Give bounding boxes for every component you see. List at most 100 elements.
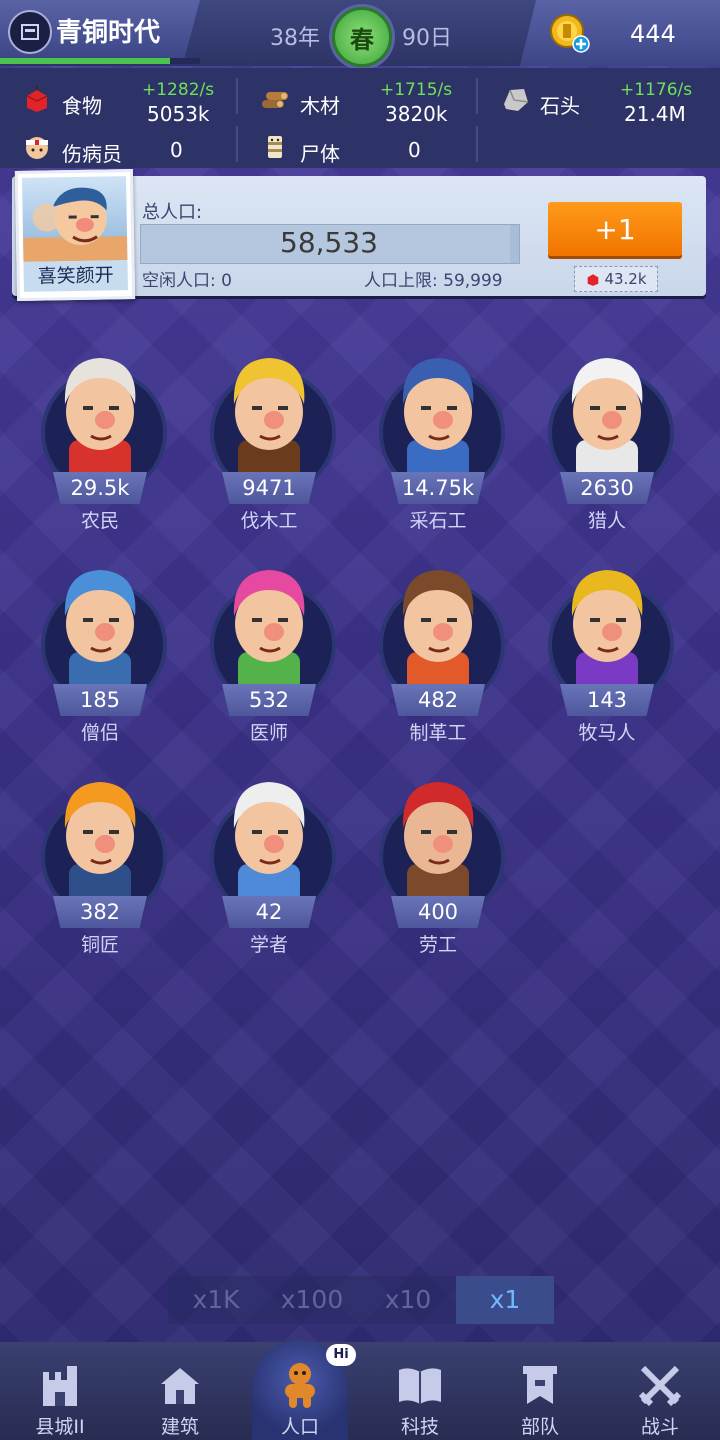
nav-item-banner[interactable]: 部队 [485,1342,595,1440]
scholar-icon [233,782,305,904]
job-count: 482 [417,688,459,712]
stone-total: 21.4M [624,102,686,126]
divider [476,78,478,114]
job-quarryman[interactable]: 14.75k 采石工 [363,340,513,540]
food-label: 食物 [62,94,102,118]
job-horse-herder[interactable]: 143 牧马人 [532,552,682,752]
nav-label: 建筑 [160,1416,199,1438]
nav-label: 人口 [280,1416,319,1438]
lumberjack-icon [233,358,305,480]
multiplier-x100[interactable]: x100 [264,1276,360,1324]
job-name: 农民 [80,510,119,532]
population-limit: 人口上限: 59,999 [364,271,503,291]
total-population-label: 总人口: [142,202,203,223]
era-progress-bar [0,58,200,64]
job-coppersmith[interactable]: 382 铜匠 [25,764,175,964]
add-population-button[interactable]: +1 [548,202,682,256]
wounded-count: 0 [170,138,183,162]
nav-item-house[interactable]: 建筑 [125,1342,235,1440]
wood-icon [262,92,288,108]
job-laborer[interactable]: 400 劳工 [363,764,513,964]
resources-panel: 食物 +1282/s 5053k 木材 +1715/s 3820k 石头 +11… [0,68,720,168]
job-tanner[interactable]: 482 制革工 [363,552,513,752]
job-monk[interactable]: 185 僧侣 [25,552,175,752]
job-name: 铜匠 [80,934,119,956]
crossed-swords-icon [638,1365,682,1407]
mood-portrait[interactable]: 喜笑颜开 [14,168,136,302]
wounded-icon [26,137,48,159]
castle-icon [43,1366,77,1406]
job-scholar[interactable]: 42 学者 [194,764,344,964]
food-icon [588,274,599,286]
date-year: 38年 [270,26,320,51]
stone-icon [504,89,529,111]
job-name: 劳工 [418,934,457,956]
population-panel: 喜笑颜开 总人口: 58,533 空闲人口: 0 人口上限: 59,999 +1… [12,168,706,302]
resource-corpses[interactable]: 尸体 0 [260,126,470,172]
job-name: 牧马人 [578,722,636,744]
job-farmer[interactable]: 29.5k 农民 [25,340,175,540]
stone-label: 石头 [540,94,580,118]
hunter-icon [571,358,643,480]
season-badge[interactable]: 春 [332,7,392,67]
nav-item-book[interactable]: 科技 [365,1342,475,1440]
resource-wood[interactable]: 木材 +1715/s 3820k [260,78,470,126]
multiplier-x1k[interactable]: x1K [168,1276,264,1324]
nav-label: 战斗 [640,1416,679,1438]
job-count: 9471 [242,476,296,500]
house-icon [161,1368,199,1404]
laborer-icon [402,782,474,904]
resource-wounded[interactable]: 伤病员 0 [22,126,232,172]
wood-total: 3820k [385,102,448,126]
job-name: 医师 [249,722,288,744]
coppersmith-icon [64,782,136,904]
job-count: 42 [255,900,283,924]
add-population-cost: 43.2k [574,266,658,292]
quarryman-icon [402,358,474,480]
divider [476,126,478,162]
gingerbread-person-icon [285,1363,315,1408]
job-doctor[interactable]: 532 医师 [194,552,344,752]
idle-population: 空闲人口: 0 [142,271,232,291]
top-bar: 青铜时代 38年 春 90日 444 [0,0,720,67]
banner-icon [523,1366,557,1404]
divider [236,126,238,162]
wood-label: 木材 [300,94,340,118]
coin-count: 444 [630,20,676,48]
mood-caption: 喜笑颜开 [23,260,128,292]
job-name: 采石工 [409,510,467,532]
job-hunter[interactable]: 2630 猎人 [532,340,682,540]
happy-face-icon [21,176,128,262]
resource-stone[interactable]: 石头 +1176/s 21.4M [500,78,710,126]
era-panel[interactable]: 青铜时代 [0,0,200,60]
job-lumberjack[interactable]: 9471 伐木工 [194,340,344,540]
book-icon [399,1368,441,1404]
stone-rate: +1176/s [620,80,693,100]
job-count: 185 [79,688,121,712]
era-icon [8,10,52,54]
nav-label: 部队 [520,1416,559,1438]
wounded-label: 伤病员 [62,142,122,166]
job-count: 382 [79,900,121,924]
job-count: 29.5k [70,476,130,500]
job-name: 伐木工 [240,510,298,532]
multiplier-x1[interactable]: x1 [456,1276,554,1324]
total-population-value: 58,533 [280,226,378,259]
multiplier-x10[interactable]: x10 [360,1276,456,1324]
coin-plus-icon[interactable] [548,12,590,54]
job-count: 400 [417,900,459,924]
cost-value: 43.2k [604,270,647,288]
era-progress-fill [0,58,170,64]
multiplier-selector: x1K x100 x10 x1 [168,1276,554,1324]
era-title: 青铜时代 [56,18,161,48]
nav-item-crossed-swords[interactable]: 战斗 [605,1342,715,1440]
farmer-icon [64,358,136,480]
resource-food[interactable]: 食物 +1282/s 5053k [22,78,232,126]
corpse-count: 0 [408,138,421,162]
nav-item-castle[interactable]: 县城II [5,1342,115,1440]
job-count: 2630 [580,476,634,500]
corpse-icon [268,136,282,158]
doctor-icon [233,570,305,692]
job-count: 14.75k [401,476,475,500]
job-count: 143 [586,688,628,712]
